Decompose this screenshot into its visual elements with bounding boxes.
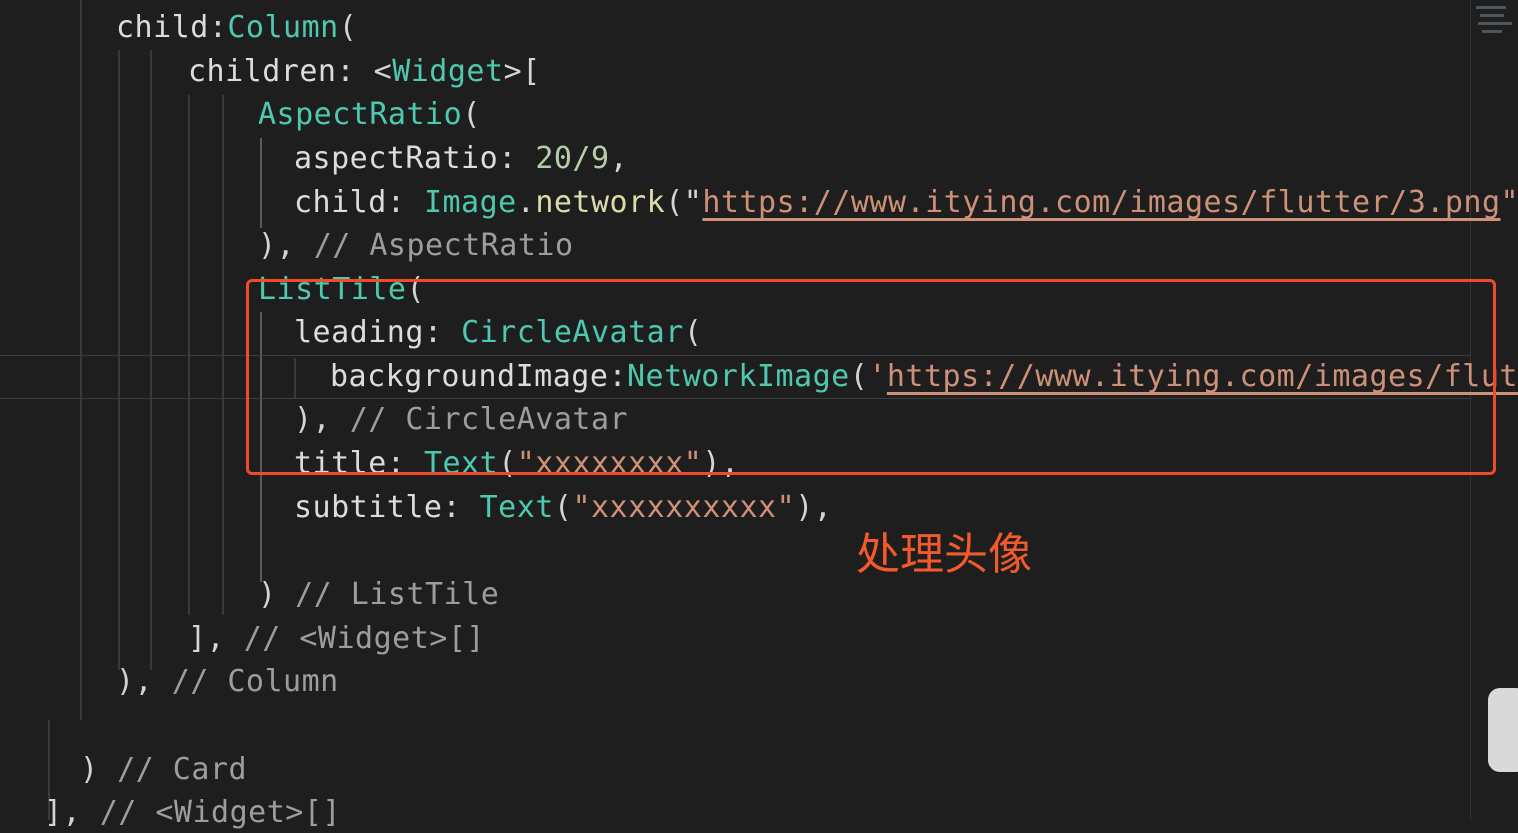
- code-line[interactable]: ) // ListTile: [258, 575, 499, 615]
- code-line[interactable]: ) // Card: [80, 750, 247, 790]
- code-line[interactable]: ], // <Widget>[]: [188, 619, 485, 659]
- code-token: (: [338, 10, 358, 45]
- code-line[interactable]: aspectRatio: 20/9,: [294, 139, 628, 179]
- code-token: Image: [423, 185, 517, 220]
- code-token: : <: [336, 54, 393, 89]
- scrollbar-thumb[interactable]: [1488, 688, 1518, 772]
- annotation-highlight-box: [246, 279, 1496, 475]
- code-token: // ListTile: [295, 577, 500, 612]
- code-token: 20/9: [535, 141, 610, 176]
- code-token: ): [258, 577, 296, 612]
- code-token: "xxxxxxxxxx": [572, 490, 796, 525]
- code-line[interactable]: AspectRatio(: [258, 95, 481, 135]
- code-token: // <Widget>[]: [99, 795, 341, 830]
- indent-guide: [80, 0, 82, 720]
- code-token: child: [116, 10, 209, 45]
- code-token: child: [294, 185, 387, 220]
- code-token: children: [188, 54, 337, 89]
- code-token: (": [665, 185, 703, 220]
- code-token: :: [498, 141, 536, 176]
- code-token: ": [1500, 185, 1518, 220]
- indent-guide: [118, 50, 120, 670]
- code-token: Widget: [392, 54, 504, 89]
- code-token: ): [80, 752, 118, 787]
- code-token: (: [553, 490, 573, 525]
- code-token: https://www.itying.com/images/flutter/3.…: [702, 185, 1501, 220]
- code-token: // AspectRatio: [313, 228, 574, 263]
- code-token: // Column: [171, 664, 339, 699]
- code-token: ),: [795, 490, 833, 525]
- code-line[interactable]: subtitle: Text("xxxxxxxxxx"),: [294, 488, 832, 528]
- code-token: network: [535, 185, 666, 220]
- code-line[interactable]: child: Image.network("https://www.itying…: [294, 183, 1518, 223]
- code-token: ),: [116, 664, 172, 699]
- code-token: (: [462, 97, 481, 132]
- code-token: Column: [227, 10, 339, 45]
- code-token: // Card: [117, 752, 248, 787]
- code-token: AspectRatio: [258, 97, 463, 132]
- code-line[interactable]: child:Column(: [116, 8, 357, 48]
- code-line[interactable]: children: <Widget>[: [188, 52, 541, 92]
- code-line[interactable]: ], // <Widget>[]: [44, 793, 341, 833]
- code-line[interactable]: ), // AspectRatio: [258, 226, 574, 266]
- code-token: ),: [258, 228, 314, 263]
- code-token: :: [208, 10, 228, 45]
- code-token: :: [386, 185, 424, 220]
- minimap[interactable]: [1468, 0, 1518, 80]
- code-token: ,: [609, 141, 629, 176]
- indent-guide: [260, 138, 262, 228]
- annotation-label: 处理头像: [856, 529, 1032, 580]
- code-line[interactable]: ), // Column: [116, 662, 339, 702]
- code-token: aspectRatio: [294, 141, 499, 176]
- code-token: ],: [44, 795, 100, 830]
- code-token: .: [516, 185, 536, 220]
- code-token: >[: [503, 54, 541, 89]
- code-token: Text: [479, 490, 554, 525]
- code-token: // <Widget>[]: [243, 621, 485, 656]
- code-token: subtitle: [294, 490, 443, 525]
- code-token: ],: [188, 621, 244, 656]
- code-token: :: [442, 490, 480, 525]
- indent-guide: [150, 50, 152, 670]
